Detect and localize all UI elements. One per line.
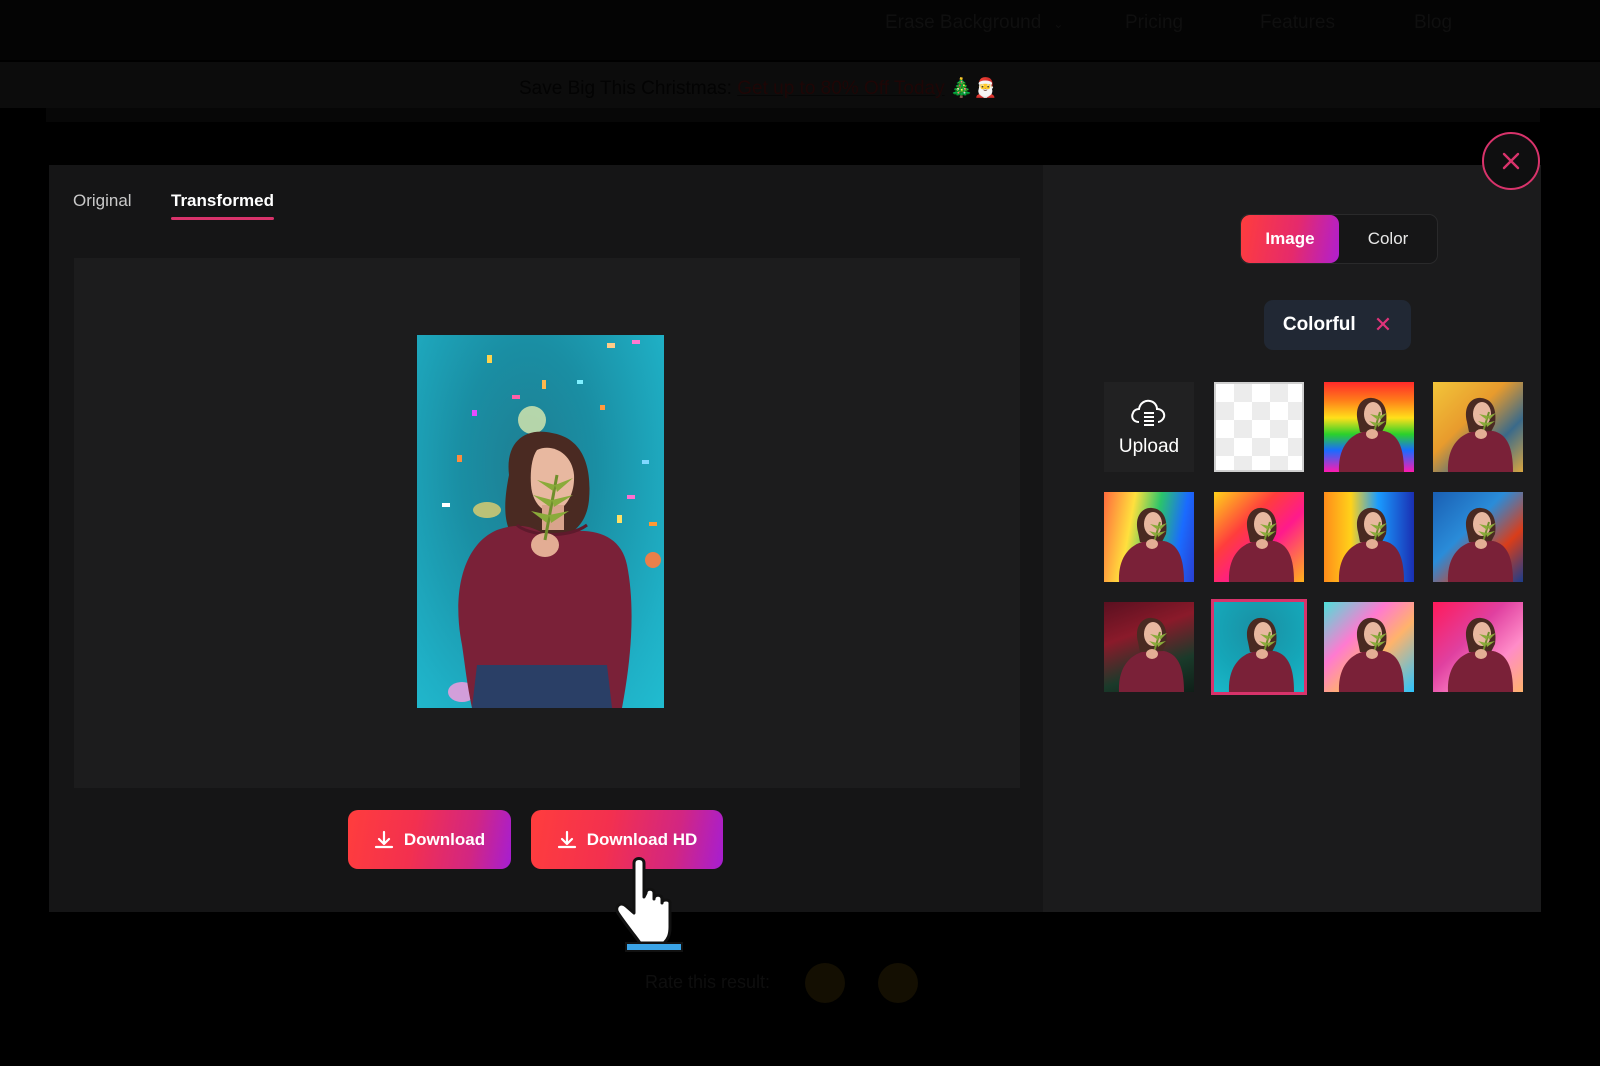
download-hd-label: Download HD xyxy=(586,829,698,849)
category-chip-label: Colorful xyxy=(1282,314,1356,335)
person-illustration xyxy=(442,340,661,708)
chevron-down-icon: ⌄ xyxy=(1053,17,1064,31)
result-image xyxy=(417,335,664,708)
background-tile-yellow-painting[interactable] xyxy=(1433,382,1523,472)
preview-panel: Original Transformed Download Download H… xyxy=(49,165,1043,912)
close-modal-button[interactable] xyxy=(1482,132,1540,190)
person-thumbnail xyxy=(1228,617,1294,692)
segment-color[interactable]: Color xyxy=(1339,215,1437,263)
download-label: Download xyxy=(403,829,486,849)
close-icon[interactable]: ✕ xyxy=(1374,314,1392,336)
download-button[interactable]: Download xyxy=(348,810,511,869)
transparent-background-tile[interactable] xyxy=(1214,382,1304,472)
page: Erase Background ⌄ Pricing Features Blog … xyxy=(0,0,1600,1066)
background-tile-blue-red-abstract[interactable] xyxy=(1433,492,1523,582)
background-tile-rainbow-stripes[interactable] xyxy=(1324,382,1414,472)
image-preview-area xyxy=(74,258,1020,788)
promo-link[interactable]: Get up to 80% Off Today xyxy=(737,78,944,99)
upload-label: Upload xyxy=(1118,436,1180,457)
tab-transformed[interactable]: Transformed xyxy=(171,191,274,220)
download-hd-button[interactable]: Download HD xyxy=(531,810,723,869)
top-nav: Erase Background ⌄ Pricing Features Blog xyxy=(0,0,1600,60)
download-icon xyxy=(374,830,393,848)
tab-original[interactable]: Original xyxy=(73,191,132,211)
segment-image[interactable]: Image xyxy=(1241,215,1339,263)
nav-item-pricing[interactable]: Pricing xyxy=(1125,12,1183,34)
category-chip[interactable]: Colorful ✕ xyxy=(1264,300,1411,350)
person-thumbnail xyxy=(1447,397,1513,472)
person-thumbnail xyxy=(1118,507,1184,582)
background-tile-red-yellow-splash[interactable] xyxy=(1214,492,1304,582)
promo-emoji: 🎄🎅 xyxy=(949,78,998,99)
nav-item-erase-background[interactable]: Erase Background ⌄ xyxy=(885,12,1063,34)
rating-label: Rate this result: xyxy=(645,972,771,992)
result-modal: Original Transformed Download Download H… xyxy=(49,165,1541,912)
background-tile-orange-blue-stripes[interactable] xyxy=(1324,492,1414,582)
background-tile-dark-red-drape[interactable] xyxy=(1104,602,1194,692)
download-icon xyxy=(557,830,576,848)
person-thumbnail xyxy=(1338,397,1404,472)
promo-banner: Save Big This Christmas: Get up to 80% O… xyxy=(0,62,1600,108)
rating-sad-icon[interactable] xyxy=(805,963,845,1003)
upload-tile[interactable]: Upload xyxy=(1104,382,1194,472)
nav-item-blog[interactable]: Blog xyxy=(1414,12,1452,34)
cloud-upload-icon xyxy=(1131,399,1166,426)
background-panel: Image Color Colorful ✕ Upload xyxy=(1043,165,1541,912)
nav-item-features[interactable]: Features xyxy=(1260,12,1335,34)
close-icon xyxy=(1502,152,1520,170)
rating-happy-icon[interactable] xyxy=(878,963,918,1003)
background-tile-pink-watercolor[interactable] xyxy=(1433,602,1523,692)
background-tile-teal-confetti[interactable] xyxy=(1211,599,1307,695)
person-thumbnail xyxy=(1228,507,1294,582)
person-thumbnail xyxy=(1338,617,1404,692)
background-tile-pastel-bokeh[interactable] xyxy=(1324,602,1414,692)
person-thumbnail xyxy=(1338,507,1404,582)
person-thumbnail xyxy=(1118,617,1184,692)
background-type-toggle: Image Color xyxy=(1240,214,1438,264)
backdrop-strip xyxy=(46,108,1540,122)
promo-text: Save Big This Christmas: xyxy=(519,78,732,99)
background-tile-rainbow-paint-swirl[interactable] xyxy=(1104,492,1194,582)
person-thumbnail xyxy=(1447,507,1513,582)
person-thumbnail xyxy=(1447,617,1513,692)
